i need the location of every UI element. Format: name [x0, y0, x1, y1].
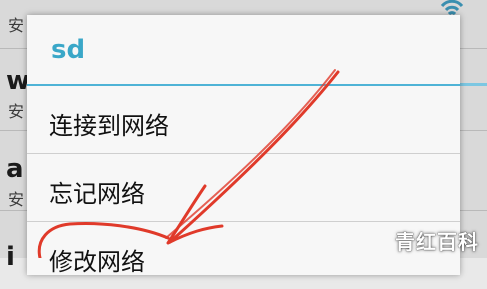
network-name: i	[6, 242, 15, 272]
network-security: 安	[8, 190, 25, 209]
background-divider	[460, 83, 487, 86]
network-name: a	[6, 154, 24, 184]
watermark: 青红百科	[395, 230, 479, 254]
menu-item-forget[interactable]: 忘记网络	[27, 154, 460, 222]
menu-item-connect[interactable]: 连接到网络	[27, 86, 460, 154]
menu-item-label: 忘记网络	[49, 180, 145, 208]
network-security: 安	[8, 102, 25, 121]
menu-item-label: 连接到网络	[49, 112, 169, 140]
menu-item-label: 修改网络	[49, 248, 145, 276]
dialog-title: sd	[51, 35, 86, 65]
network-security: 安	[8, 16, 25, 35]
